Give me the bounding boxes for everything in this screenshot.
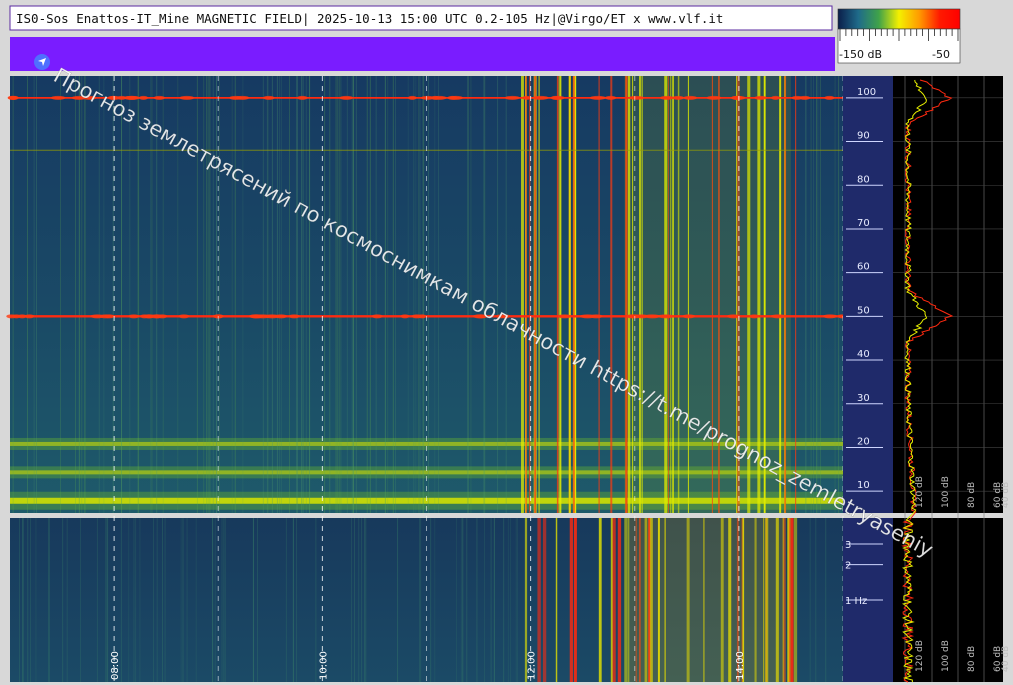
mains-line-blip bbox=[749, 314, 760, 319]
frequency-tick-label: 50 bbox=[857, 305, 870, 316]
mains-line-blip bbox=[605, 95, 617, 100]
frequency-tick-label: 30 bbox=[857, 393, 870, 404]
time-tick-label: 08:00 bbox=[110, 651, 121, 680]
mains-line-blip bbox=[138, 95, 148, 100]
time-tick-label: 10:00 bbox=[318, 651, 329, 680]
mains-line-blip bbox=[770, 314, 787, 319]
mains-line-blip bbox=[551, 95, 565, 100]
mains-line-blip bbox=[297, 95, 308, 100]
mains-line-blip bbox=[339, 95, 353, 100]
mains-line-blip bbox=[589, 95, 606, 100]
mains-line-blip bbox=[432, 95, 447, 100]
mains-line-blip bbox=[153, 314, 162, 319]
frequency-tick-label: 90 bbox=[857, 131, 870, 142]
frequency-tick-label: 40 bbox=[857, 349, 870, 360]
mains-line-blip bbox=[823, 314, 838, 319]
frequency-tick-label: 60 bbox=[857, 262, 870, 273]
mains-line-blip bbox=[213, 314, 224, 319]
frequency-tick-label: 10 bbox=[857, 480, 870, 491]
mains-line-blip bbox=[644, 314, 661, 319]
mains-line-blip bbox=[411, 314, 423, 319]
mains-line-blip bbox=[628, 95, 644, 100]
spectrum-db-label: 40 dB bbox=[1001, 482, 1011, 508]
mains-line-blip bbox=[449, 95, 463, 100]
mains-line-blip bbox=[791, 95, 803, 100]
spectrum-db-label: 80 dB bbox=[967, 646, 977, 672]
mains-line-blip bbox=[657, 314, 674, 319]
spectrum-db-label: 100 dB bbox=[941, 640, 951, 672]
mains-line-blip bbox=[754, 95, 767, 100]
mains-line-blip bbox=[263, 95, 275, 100]
mains-line-blip bbox=[727, 314, 741, 319]
mains-line-blip bbox=[733, 95, 743, 100]
active-region-lower bbox=[629, 518, 786, 682]
mains-line-blip bbox=[589, 314, 603, 319]
frequency-tick-label: 3 bbox=[845, 540, 851, 551]
mains-line-blip bbox=[6, 314, 17, 319]
frequency-tick-label: 80 bbox=[857, 174, 870, 185]
spectrogram-chart: IS0-Sos Enattos-IT_Mine MAGNETIC FIELD| … bbox=[6, 5, 1011, 683]
frequency-tick-label: 1 Hz bbox=[845, 596, 867, 607]
mains-line-blip bbox=[660, 95, 674, 100]
mains-line-blip bbox=[625, 314, 640, 319]
mains-line-blip bbox=[408, 95, 417, 100]
mains-line-blip bbox=[532, 95, 549, 100]
mains-line-blip bbox=[7, 95, 18, 100]
header-band bbox=[10, 37, 835, 71]
mains-line-blip bbox=[522, 95, 532, 100]
mains-line-blip bbox=[371, 314, 383, 319]
mains-line-blip bbox=[557, 314, 572, 319]
colorbar-min-label: -150 dB bbox=[839, 48, 882, 61]
mains-line-blip bbox=[17, 314, 27, 319]
mains-line-blip bbox=[771, 95, 780, 100]
mains-line-blip bbox=[140, 314, 149, 319]
chart-title: IS0-Sos Enattos-IT_Mine MAGNETIC FIELD| … bbox=[16, 11, 723, 26]
mains-line-blip bbox=[682, 314, 696, 319]
mains-line-blip bbox=[504, 95, 520, 100]
frequency-tick-label: 70 bbox=[857, 218, 870, 229]
mains-line-blip bbox=[229, 95, 243, 100]
spectrum-db-label: 100 dB bbox=[941, 476, 951, 508]
spectrum-db-label: 120 dB bbox=[915, 476, 925, 508]
mains-line-blip bbox=[51, 95, 66, 100]
spectrum-db-label: 120 dB bbox=[915, 640, 925, 672]
mains-line-blip bbox=[179, 95, 195, 100]
mains-line-blip bbox=[400, 314, 410, 319]
frequency-tick-label: 100 bbox=[857, 87, 876, 98]
mains-line-blip bbox=[288, 314, 300, 319]
mains-line-blip bbox=[683, 95, 697, 100]
mains-line-blip bbox=[178, 314, 190, 319]
mains-line-blip bbox=[248, 314, 264, 319]
location-icon bbox=[34, 54, 50, 70]
colorbar: -150 dB -50 bbox=[837, 8, 961, 64]
mains-line-blip bbox=[153, 95, 165, 100]
time-tick-label: 14:00 bbox=[735, 651, 746, 680]
time-tick-label: 12:00 bbox=[527, 651, 538, 680]
mains-line-blip bbox=[264, 314, 280, 319]
mains-line-blip bbox=[128, 314, 140, 319]
mains-line-blip bbox=[706, 95, 722, 100]
spectrum-db-label: 40 dB bbox=[1001, 646, 1011, 672]
mains-line-blip bbox=[672, 95, 684, 100]
frequency-tick-label: 20 bbox=[857, 436, 870, 447]
mains-line-blip bbox=[421, 95, 435, 100]
spectrum-db-label: 80 dB bbox=[967, 482, 977, 508]
mains-line-blip bbox=[90, 314, 105, 319]
mains-line-blip bbox=[824, 95, 835, 100]
colorbar-max-label: -50 bbox=[932, 48, 950, 61]
frequency-tick-label: 2 bbox=[845, 561, 851, 572]
